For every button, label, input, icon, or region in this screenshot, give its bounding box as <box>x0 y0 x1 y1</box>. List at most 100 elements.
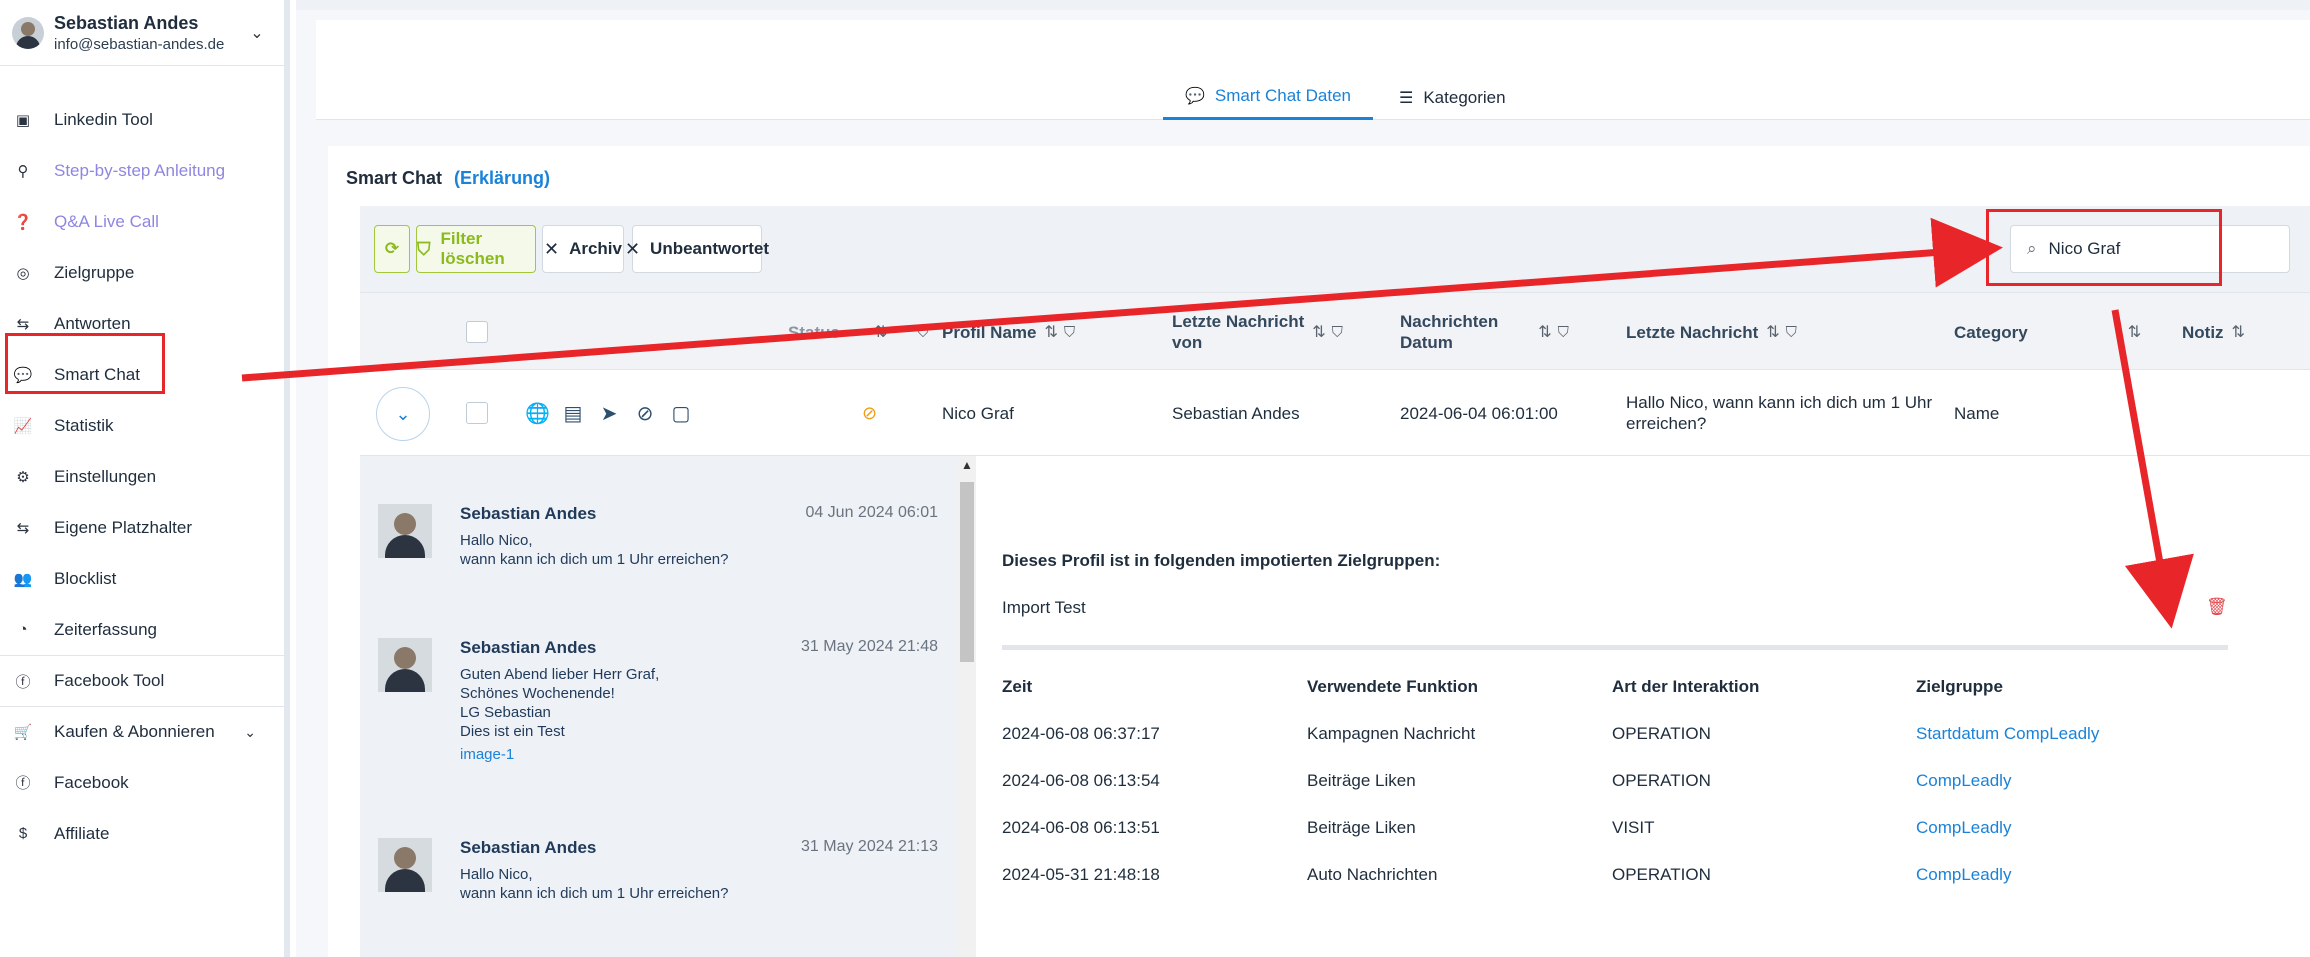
users-icon: 👥 <box>13 570 33 588</box>
profile-info-title: Dieses Profil ist in folgenden impotiert… <box>1002 551 1441 570</box>
col-letzte-nachricht[interactable]: Letzte Nachricht ⇅ ⛉ <box>1626 293 1797 371</box>
facebook-icon: ⓕ <box>15 775 31 792</box>
gear-icon: ⚙ <box>16 468 30 486</box>
scrollbar-thumb[interactable] <box>960 482 974 662</box>
sidebar-item-eigene-platzhalter[interactable]: ⇆ Eigene Platzhalter <box>0 502 284 553</box>
avatar <box>378 504 432 558</box>
filter-icon[interactable]: ⛉ <box>1786 322 1797 343</box>
col-notiz[interactable]: Notiz ⇅ <box>2182 293 2245 371</box>
filter-clear-button[interactable]: ⛉ Filter löschen <box>416 225 536 273</box>
sort-icon[interactable]: ⇅ <box>874 322 887 343</box>
sort-icon[interactable]: ⇅ <box>2128 322 2141 343</box>
archiv-button[interactable]: ✕ Archiv <box>542 225 624 273</box>
user-profile[interactable]: Sebastian Andes info@sebastian-andes.de … <box>0 0 284 66</box>
chevron-down-icon: ⌄ <box>244 723 256 740</box>
chat-message: Sebastian Andes 31 May 2024 21:13 Hallo … <box>378 838 938 918</box>
attachment-link[interactable]: image-1 <box>460 746 514 763</box>
linkedin-icon: ▣ <box>15 111 31 129</box>
row-checkbox[interactable] <box>466 402 488 424</box>
sidebar-item-statistik[interactable]: 📈 Statistik <box>0 400 284 451</box>
chat-message: Sebastian Andes 31 May 2024 21:48 Guten … <box>378 638 938 778</box>
globe-icon[interactable]: 🌐 <box>525 401 550 426</box>
col-nachrichten-datum[interactable]: Nachrichten Datum ⇅ ⛉ <box>1400 293 1569 371</box>
import-name: Import Test <box>1002 598 1086 617</box>
note-icon[interactable]: ▢ <box>669 401 693 426</box>
sidebar-nav: ▣ Linkedin Tool ⚲ Step-by-step Anleitung ❓… <box>0 94 284 859</box>
sidebar-item-einstellungen[interactable]: ⚙ Einstellungen <box>0 451 284 502</box>
facebook-icon: ⓕ <box>15 673 31 691</box>
filter-icon[interactable]: ⛉ <box>1558 322 1569 343</box>
chat-scrollbar[interactable]: ▲ <box>958 456 976 957</box>
sidebar-item-zielgruppe[interactable]: ◎ Zielgruppe <box>0 247 284 298</box>
table-row: 2024-06-08 06:13:54 Beiträge Liken OPERA… <box>1002 770 2012 792</box>
chat-icon: 💬 <box>1185 88 1205 105</box>
block-icon[interactable]: ⊘ <box>633 401 657 426</box>
unbeantwortet-button[interactable]: ✕ Unbeantwortet <box>625 225 769 273</box>
sidebar-item-kaufen[interactable]: 🛒 Kaufen & Abonnieren ⌄ <box>0 706 284 757</box>
select-all-checkbox[interactable] <box>466 321 488 343</box>
table-header: Status ⇅ ⛉ Profil Name ⇅ ⛉ Letzte Nachricht v… <box>360 292 2310 370</box>
col-letzte-nachricht-von[interactable]: Letzte Nachricht von ⇅ ⛉ <box>1172 293 1343 371</box>
sidebar: Sebastian Andes info@sebastian-andes.de … <box>0 0 290 957</box>
row-detail: Sebastian Andes 04 Jun 2024 06:01 Hallo … <box>360 456 2310 957</box>
send-icon[interactable]: ➤ <box>597 401 621 426</box>
filter-icon[interactable]: ⛉ <box>1064 322 1075 343</box>
sort-icon[interactable]: ⇅ <box>1312 322 1325 343</box>
trash-icon[interactable]: 🗑 <box>2206 597 2228 617</box>
app-root: Sebastian Andes info@sebastian-andes.de … <box>0 0 2310 957</box>
sidebar-item-facebook-tool[interactable]: ⓕ Facebook Tool <box>0 655 284 706</box>
dollar-icon: $ <box>18 825 28 842</box>
interaction-table: Zeit Verwendete Funktion Art der Interak… <box>1002 676 2228 911</box>
sort-icon[interactable]: ⇅ <box>1538 322 1551 343</box>
profile-info: Dieses Profil ist in folgenden impotiert… <box>1002 456 2310 957</box>
explanation-link[interactable]: (Erklärung) <box>454 168 550 188</box>
row-actions: 🌐 ▤ ➤ ⊘ ▢ <box>525 370 693 456</box>
zielgruppe-link[interactable]: Startdatum CompLeadly <box>1916 723 2099 745</box>
table-row: 2024-05-31 21:48:18 Auto Nachrichten OPE… <box>1002 864 2012 886</box>
sidebar-item-facebook[interactable]: ⓕ Facebook <box>0 757 284 808</box>
sidebar-item-zeiterfassung[interactable]: ◔ Zeiterfassung <box>0 604 284 655</box>
refresh-button[interactable]: ⟳ <box>374 225 410 273</box>
cell-category: Name <box>1954 403 2000 423</box>
chat-message: Sebastian Andes 04 Jun 2024 06:01 Hallo … <box>378 504 938 584</box>
zielgruppe-link[interactable]: CompLeadly <box>1916 770 2011 792</box>
chevron-down-icon[interactable]: ⌄ <box>376 387 430 441</box>
cell-datum: 2024-06-04 06:01:00 <box>1400 403 1558 423</box>
sidebar-item-blocklist[interactable]: 👥 Blocklist <box>0 553 284 604</box>
avatar <box>378 638 432 692</box>
sidebar-item-anleitung[interactable]: ⚲ Step-by-step Anleitung <box>0 145 284 196</box>
user-name: Sebastian Andes <box>54 12 199 33</box>
main-content: 💬 Smart Chat Daten ☰ Kategorien Smart Chat… <box>296 0 2310 957</box>
sort-icon[interactable]: ⇅ <box>2232 322 2245 343</box>
reply-icon: ⇆ <box>16 315 30 333</box>
sidebar-item-qa-live-call[interactable]: ❓ Q&A Live Call <box>0 196 284 247</box>
sidebar-item-affiliate[interactable]: $ Affiliate <box>0 808 284 859</box>
zielgruppe-link[interactable]: CompLeadly <box>1916 817 2011 839</box>
filter-icon[interactable]: ⛉ <box>917 322 928 343</box>
chevron-up-icon[interactable]: ▲ <box>958 458 976 472</box>
user-email: info@sebastian-andes.de <box>54 35 225 53</box>
filter-icon[interactable]: ⛉ <box>1332 322 1343 343</box>
archive-icon[interactable]: ▤ <box>561 401 585 426</box>
sort-icon[interactable]: ⇅ <box>1766 322 1779 343</box>
refresh-icon: ⟳ <box>384 239 400 258</box>
list-icon: ☰ <box>1399 89 1414 107</box>
tab-bar: 💬 Smart Chat Daten ☰ Kategorien <box>316 20 2310 120</box>
avatar <box>12 16 44 49</box>
cell-von: Sebastian Andes <box>1172 403 1300 423</box>
card-title: Smart Chat (Erklärung) <box>346 168 551 188</box>
table-row[interactable]: ⌄ 🌐 ▤ ➤ ⊘ ▢ ⊘ Nico Graf Sebastian Andes … <box>360 370 2310 456</box>
sort-icon[interactable]: ⇅ <box>1044 322 1057 343</box>
col-status[interactable]: Status ⇅ ⛉ <box>788 293 929 371</box>
col-category[interactable]: Category ⇅ <box>1954 293 2141 371</box>
placeholder-icon: ⇆ <box>16 519 30 537</box>
chart-icon: 📈 <box>13 417 33 435</box>
tab-smart-chat-daten[interactable]: 💬 Smart Chat Daten <box>1163 75 1373 120</box>
chevron-down-icon[interactable]: ⌄ <box>242 23 272 43</box>
annotation-box-smart-chat <box>5 333 165 394</box>
col-profil-name[interactable]: Profil Name ⇅ ⛉ <box>942 293 1075 371</box>
zielgruppe-link[interactable]: CompLeadly <box>1916 864 2011 886</box>
chat-history: Sebastian Andes 04 Jun 2024 06:01 Hallo … <box>360 456 958 957</box>
tab-kategorien[interactable]: ☰ Kategorien <box>1399 75 1506 120</box>
sidebar-item-linkedin-tool[interactable]: ▣ Linkedin Tool <box>0 94 284 145</box>
